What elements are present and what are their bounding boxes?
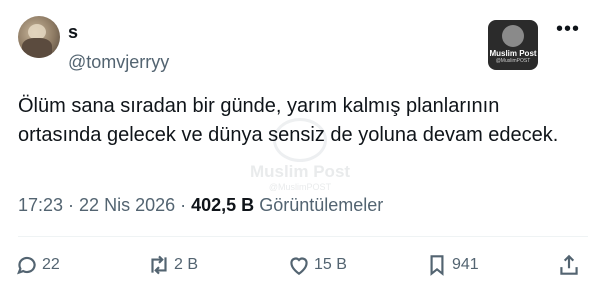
repost-button[interactable]: 2 B — [146, 252, 198, 278]
tweet-meta: 17:23 · 22 Nis 2026 · 402,5 B Görüntülem… — [18, 195, 383, 216]
affiliate-badge[interactable]: Muslim Post @MuslimPOST — [488, 20, 538, 70]
bookmark-icon — [430, 255, 444, 276]
heart-icon — [290, 257, 308, 275]
meta-separator: · — [63, 195, 80, 215]
like-button[interactable]: 15 B — [286, 252, 347, 278]
meta-separator: · — [175, 195, 192, 215]
badge-sub: @MuslimPOST — [495, 58, 531, 64]
tweet-date[interactable]: 22 Nis 2026 — [79, 195, 175, 215]
share-button[interactable] — [556, 252, 582, 278]
like-count: 15 B — [314, 256, 347, 273]
views-label: Görüntülemeler — [259, 195, 384, 215]
author-handle[interactable]: @tomvjerryy — [68, 52, 169, 73]
reply-button[interactable]: 22 — [14, 252, 60, 278]
badge-title: Muslim Post — [489, 49, 537, 58]
bookmark-count: 941 — [452, 256, 479, 273]
author-name[interactable]: s — [68, 22, 78, 43]
tweet-time[interactable]: 17:23 — [18, 195, 63, 215]
avatar[interactable] — [18, 16, 60, 58]
bookmark-button[interactable]: 941 — [424, 252, 479, 278]
divider — [18, 236, 588, 237]
badge-face-icon — [502, 25, 524, 47]
action-bar: 22 2 B 15 B 941 — [14, 252, 594, 286]
more-options-icon[interactable]: ••• — [556, 18, 580, 41]
share-icon — [560, 254, 578, 275]
reply-count: 22 — [42, 256, 60, 273]
watermark-sub: @MuslimPOST — [268, 182, 332, 192]
view-count: 402,5 B — [191, 195, 255, 215]
tweet-text: Ölüm sana sıradan bir günde, yarım kalmı… — [18, 95, 559, 146]
repost-count: 2 B — [174, 256, 199, 273]
avatar-figure — [22, 38, 52, 58]
reply-icon — [17, 256, 36, 275]
repost-icon — [151, 255, 167, 275]
watermark-title: Muslim Post — [249, 162, 351, 181]
